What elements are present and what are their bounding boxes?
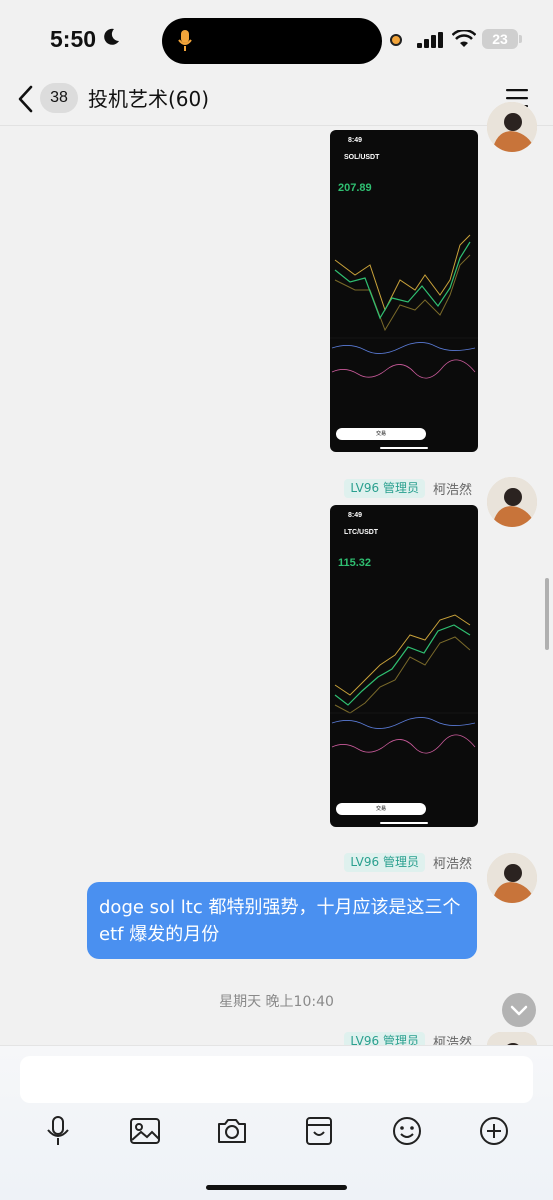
screenshot-pair: LTC/USDT [344, 529, 379, 536]
screenshot-home-indicator [380, 822, 428, 824]
battery-indicator: 23 [482, 29, 518, 49]
chevron-down-icon [510, 1005, 528, 1016]
avatar[interactable] [487, 853, 537, 903]
sender-info: LV96 管理员 柯浩然 [344, 852, 472, 872]
chat-title: 投机艺术(60) [88, 87, 210, 111]
clock: 5:50 [50, 26, 97, 52]
screenshot-time: 8:49 [348, 137, 363, 144]
avatar[interactable] [487, 102, 537, 152]
screenshot-chart [330, 614, 478, 754]
avatar[interactable] [487, 477, 537, 527]
chat-header: 38 投机艺术(60) [0, 78, 553, 126]
battery-tip [519, 35, 522, 43]
moon-icon [104, 28, 120, 51]
dynamic-island [162, 18, 382, 64]
input-panel [0, 1045, 553, 1200]
screenshot-trade-button: 交易 [336, 428, 426, 440]
screenshot-price: 115.32 [338, 557, 372, 569]
screenshot-chart [330, 234, 478, 379]
unread-count-badge[interactable]: 38 [40, 83, 78, 113]
sticker-box-icon[interactable] [302, 1114, 336, 1148]
screenshot-price: 207.89 [338, 182, 372, 194]
screenshot-trade-button: 交易 [336, 803, 426, 815]
screenshot-pair: SOL/USDT [344, 154, 380, 161]
back-chevron-icon[interactable] [14, 84, 38, 114]
mic-activity-icon [178, 30, 192, 51]
scrollbar[interactable] [545, 578, 549, 650]
chart-screenshot-message[interactable]: 8:49 LTC/USDT 115.32 交易 [330, 505, 478, 827]
plus-icon[interactable] [477, 1114, 511, 1148]
avatar[interactable] [487, 1032, 537, 1046]
sender-name: 柯浩然 [432, 482, 472, 498]
screenshot-time: 8:49 [348, 512, 363, 519]
signal-icon [417, 32, 443, 48]
privacy-indicator [390, 34, 402, 46]
screenshot-home-indicator [380, 447, 428, 449]
date-separator: 星期天 晚上10:40 [219, 994, 334, 1010]
mic-icon[interactable] [41, 1114, 75, 1148]
status-bar: 5:50 23 [0, 0, 553, 80]
scroll-to-bottom-button[interactable] [502, 993, 536, 1027]
camera-icon[interactable] [215, 1114, 249, 1148]
emoji-icon[interactable] [390, 1114, 424, 1148]
message-bubble[interactable]: doge sol ltc 都特别强势，十月应该是这三个 etf 爆发的月份 [87, 882, 477, 959]
role-badge: LV96 管理员 [344, 478, 425, 498]
image-icon[interactable] [128, 1114, 162, 1148]
home-indicator [206, 1185, 347, 1190]
wifi-icon [452, 30, 476, 47]
chart-screenshot-message[interactable]: 8:49 SOL/USDT 207.89 交易 [330, 130, 478, 452]
message-input[interactable] [20, 1056, 533, 1103]
sender-name: 柯浩然 [432, 856, 472, 872]
role-badge: LV96 管理员 [344, 852, 425, 872]
sender-info: LV96 管理员 柯浩然 [344, 478, 472, 498]
